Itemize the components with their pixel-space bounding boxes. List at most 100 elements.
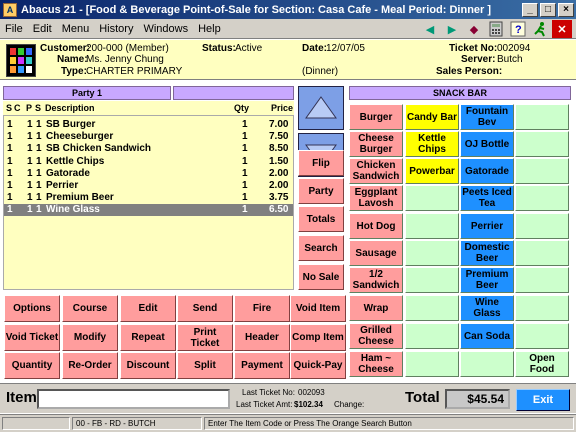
menu-windows[interactable]: Windows [138, 23, 193, 35]
order-row[interactable]: 1 1 1 Cheeseburger 1 7.50 [4, 131, 293, 143]
runner-icon[interactable] [530, 20, 550, 38]
item-1-2-sandwich-button[interactable]: 1/2 Sandwich [349, 267, 403, 293]
menu-file[interactable]: File [0, 23, 28, 35]
order-row[interactable]: 1 1 1 Wine Glass 1 6.50 [4, 204, 293, 217]
comp-item-button[interactable]: Comp Item [290, 324, 346, 351]
menu-edit[interactable]: Edit [28, 23, 57, 35]
item-cheese-burger-button[interactable]: Cheese Burger [349, 131, 403, 157]
calculator-icon[interactable] [486, 20, 506, 38]
empty-item-cell [515, 213, 569, 239]
total-label: Total [405, 389, 440, 406]
no-sale-button[interactable]: No Sale [298, 264, 344, 290]
party-header[interactable]: Party 1 [3, 86, 171, 100]
course-button[interactable]: Course [62, 295, 118, 322]
payment-button[interactable]: Payment [234, 352, 290, 379]
quantity-button[interactable]: Quantity [4, 352, 60, 379]
order-cell-p: 1 [27, 180, 33, 191]
void-item-button[interactable]: Void Item [290, 295, 346, 322]
order-cell-s: 1 [7, 192, 13, 204]
col-description: Description [45, 103, 95, 113]
app-icon[interactable]: A [3, 2, 17, 17]
item-candy-bar-button[interactable]: Candy Bar [405, 104, 459, 130]
snack-bar-header: SNACK BAR [349, 86, 571, 100]
order-row[interactable]: 1 1 1 Gatorade 1 2.00 [4, 168, 293, 180]
col-s: S [6, 103, 13, 113]
order-cell-price: 1.50 [269, 155, 289, 167]
order-cell-s: 1 [7, 180, 13, 191]
item-hot-dog-button[interactable]: Hot Dog [349, 213, 403, 239]
menu-history[interactable]: History [94, 23, 138, 35]
item-peets-iced-tea-button[interactable]: Peets Iced Tea [460, 185, 514, 211]
order-cell-qty: 1 [242, 192, 248, 204]
item-gatorade-button[interactable]: Gatorade [460, 158, 514, 184]
item-perrier-button[interactable]: Perrier [460, 213, 514, 239]
item-wine-glass-button[interactable]: Wine Glass [460, 295, 514, 321]
item-sausage-button[interactable]: Sausage [349, 240, 403, 266]
empty-item-cell [515, 185, 569, 211]
order-row[interactable]: 1 1 1 Premium Beer 1 3.75 [4, 192, 293, 204]
empty-item-cell [515, 267, 569, 293]
send-button[interactable]: Send [177, 295, 233, 322]
item-grilled-cheese-button[interactable]: Grilled Cheese [349, 323, 403, 349]
arrow-left-icon[interactable]: ◀ [420, 20, 440, 38]
order-row[interactable]: 1 1 1 Kettle Chips 1 1.50 [4, 156, 293, 168]
order-row[interactable]: 1 1 1 Perrier 1 2.00 [4, 180, 293, 192]
item-ham-cheese-button[interactable]: Ham ~ Cheese [349, 351, 403, 377]
item-oj-bottle-button[interactable]: OJ Bottle [460, 131, 514, 157]
item-chicken-sandwich-button[interactable]: Chicken Sandwich [349, 158, 403, 184]
menu-menu[interactable]: Menu [57, 23, 95, 35]
svg-text:?: ? [515, 24, 522, 36]
split-button[interactable]: Split [177, 352, 233, 379]
arrow-right-icon[interactable]: ▶ [442, 20, 462, 38]
item-can-soda-button[interactable]: Can Soda [460, 323, 514, 349]
item-premium-beer-button[interactable]: Premium Beer [460, 267, 514, 293]
repeat-button[interactable]: Repeat [120, 324, 176, 351]
order-row[interactable]: 1 1 1 SB Chicken Sandwich 1 8.50 [4, 143, 293, 155]
order-cell-desc: Perrier [46, 180, 79, 191]
item-input[interactable] [37, 389, 230, 409]
edit-button[interactable]: Edit [120, 295, 176, 322]
item-fountain-bev-button[interactable]: Fountain Bev [460, 104, 514, 130]
gem-icon[interactable]: ◆ [464, 20, 484, 38]
order-cell-p: 1 [27, 143, 33, 155]
flip-button[interactable]: Flip [298, 150, 344, 176]
quick-pay-button[interactable]: Quick-Pay [290, 352, 346, 379]
item-eggplant-lavosh-button[interactable]: Eggplant Lavosh [349, 185, 403, 211]
search-button[interactable]: Search [298, 235, 344, 261]
order-cell-s2: 1 [36, 131, 42, 143]
menu-bar: File Edit Menu History Windows Help ◀ ▶ … [0, 19, 576, 39]
title-bar[interactable]: A Abacus 21 - [Food & Beverage Point-of-… [0, 0, 576, 19]
scroll-up-button[interactable] [298, 86, 344, 130]
print-ticket-button[interactable]: Print Ticket [177, 324, 233, 351]
re-order-button[interactable]: Re-Order [62, 352, 118, 379]
item-powerbar-button[interactable]: Powerbar [405, 158, 459, 184]
item-kettle-chips-button[interactable]: Kettle Chips [405, 131, 459, 157]
discount-button[interactable]: Discount [120, 352, 176, 379]
item-burger-button[interactable]: Burger [349, 104, 403, 130]
void-ticket-button[interactable]: Void Ticket [4, 324, 60, 351]
maximize-button[interactable]: □ [540, 2, 556, 17]
options-button[interactable]: Options [4, 295, 60, 322]
order-cell-qty: 1 [242, 180, 248, 191]
minimize-button[interactable]: _ [522, 2, 538, 17]
fire-button[interactable]: Fire [234, 295, 290, 322]
col-qty: Qty [234, 103, 250, 113]
menu-help[interactable]: Help [193, 23, 226, 35]
party-button[interactable]: Party [298, 178, 344, 204]
header-button[interactable]: Header [234, 324, 290, 351]
help-icon[interactable]: ? [508, 20, 528, 38]
exit-button[interactable]: Exit [516, 389, 570, 411]
order-row[interactable]: 1 1 1 SB Burger 1 7.00 [4, 119, 293, 131]
item-domestic-beer-button[interactable]: Domestic Beer [460, 240, 514, 266]
totals-button[interactable]: Totals [298, 206, 344, 232]
close-icon[interactable]: ✕ [552, 20, 572, 38]
item-wrap-button[interactable]: Wrap [349, 295, 403, 321]
close-window-button[interactable]: × [558, 2, 574, 17]
empty-item-cell [405, 323, 459, 349]
last-ticket-label: Last Ticket No: [242, 388, 295, 397]
item-open-food-button[interactable]: Open Food [515, 351, 569, 377]
order-list[interactable]: 1 1 1 SB Burger 1 7.00 1 1 1 Cheeseburger 1 7.50 1 1 1… [3, 115, 294, 290]
order-cell-desc: Wine Glass [46, 204, 100, 216]
modify-button[interactable]: Modify [62, 324, 118, 351]
server-value: Butch [497, 54, 523, 65]
